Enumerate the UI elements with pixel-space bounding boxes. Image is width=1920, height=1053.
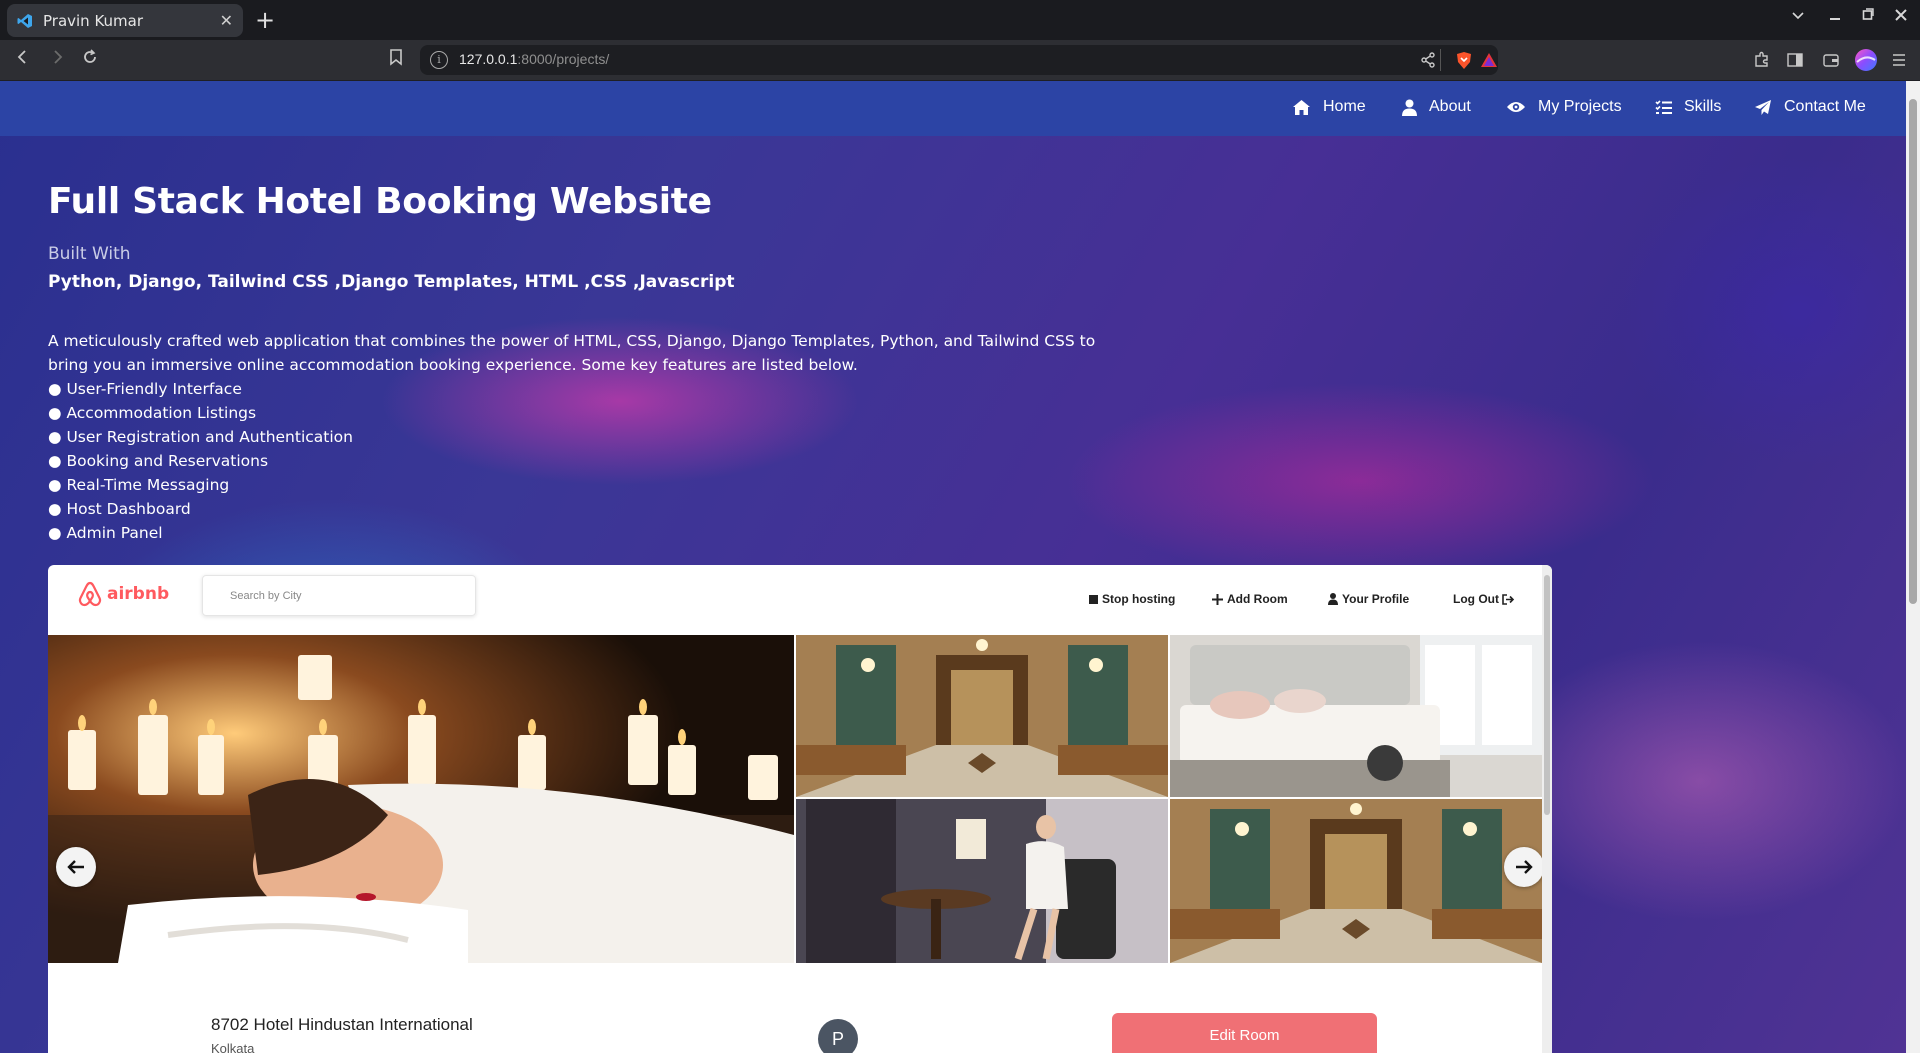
- address-bar[interactable]: i 127.0.0.1:8000/projects/: [420, 45, 1498, 75]
- list-item: ● Booking and Reservations: [48, 452, 269, 470]
- avatar[interactable]: P: [818, 1019, 858, 1053]
- back-icon[interactable]: [14, 48, 32, 71]
- brave-shield-icon[interactable]: [1455, 51, 1473, 70]
- browser-toolbar: i 127.0.0.1:8000/projects/: [0, 40, 1920, 80]
- built-with-label: Built With: [48, 244, 131, 264]
- arrow-right-icon: [1516, 860, 1533, 874]
- nav-skills[interactable]: Skills: [1655, 98, 1721, 116]
- add-room-link[interactable]: Add Room: [1212, 592, 1288, 606]
- room-photo-bedroom[interactable]: [1170, 635, 1542, 797]
- close-tab-icon[interactable]: ✕: [220, 11, 233, 30]
- user-icon: [1328, 593, 1338, 605]
- site-info-icon[interactable]: i: [430, 51, 448, 69]
- list-item: ● User Registration and Authentication: [48, 428, 353, 446]
- list-item: ● Admin Panel: [48, 524, 163, 542]
- eye-icon: [1507, 102, 1525, 112]
- minimize-icon[interactable]: [1829, 8, 1841, 26]
- nav-skills-label: Skills: [1684, 98, 1722, 115]
- gallery-prev-button[interactable]: [56, 847, 96, 887]
- stop-hosting-label: Stop hosting: [1102, 592, 1176, 606]
- log-out-link[interactable]: Log Out: [1453, 592, 1519, 606]
- maximize-icon[interactable]: [1862, 8, 1874, 26]
- your-profile-link[interactable]: Your Profile: [1328, 592, 1409, 606]
- paper-plane-icon: [1755, 99, 1771, 115]
- nav-home[interactable]: Home: [1292, 98, 1366, 116]
- scrollbar-thumb[interactable]: [1909, 99, 1917, 604]
- home-icon: [1293, 99, 1310, 115]
- project-description: A meticulously crafted web application t…: [48, 332, 1096, 374]
- new-tab-icon[interactable]: +: [255, 6, 275, 34]
- sign-out-icon: [1502, 593, 1515, 605]
- room-photo-lounge[interactable]: [796, 799, 1168, 963]
- forward-icon[interactable]: [48, 48, 66, 71]
- close-window-icon[interactable]: [1895, 8, 1907, 26]
- list-item: ● Accommodation Listings: [48, 404, 257, 422]
- bookmark-icon[interactable]: [388, 48, 404, 71]
- site-navbar: Home About My Projects Skills Contact Me: [0, 81, 1906, 136]
- nav-contact-me[interactable]: Contact Me: [1754, 98, 1866, 116]
- edit-room-button[interactable]: Edit Room: [1112, 1013, 1377, 1053]
- toolbar-divider: [1440, 49, 1441, 71]
- plus-icon: [1212, 593, 1223, 605]
- room-photo-main[interactable]: [48, 635, 794, 963]
- project-preview: airbnb Stop hosting Add Room Your Profil…: [48, 565, 1552, 1053]
- nav-my-projects-label: My Projects: [1538, 98, 1622, 115]
- profile-avatar-icon[interactable]: [1854, 48, 1878, 72]
- browser-tab-bar: Pravin Kumar ✕ +: [0, 0, 1920, 40]
- user-icon: [1402, 99, 1417, 116]
- page-scrollbar[interactable]: [1906, 81, 1920, 1053]
- vscode-favicon-icon: [17, 13, 32, 28]
- nav-contact-me-label: Contact Me: [1784, 98, 1866, 115]
- your-profile-label: Your Profile: [1342, 592, 1410, 606]
- room-photo-gallery: [48, 635, 1542, 963]
- search-input[interactable]: [203, 576, 475, 615]
- list-item: ● User-Friendly Interface: [48, 380, 242, 398]
- tab-list-chevron-icon[interactable]: [1791, 8, 1805, 26]
- menu-icon[interactable]: [1891, 52, 1907, 68]
- room-city: Kolkata: [211, 1041, 255, 1053]
- nav-about-label: About: [1429, 98, 1471, 115]
- room-name: 8702 Hotel Hindustan International: [211, 1015, 473, 1034]
- stop-square-icon: [1089, 594, 1098, 604]
- share-icon[interactable]: [1420, 52, 1436, 68]
- list-icon: [1655, 99, 1672, 114]
- log-out-label: Log Out: [1453, 592, 1499, 606]
- search-box: [202, 575, 476, 616]
- add-room-label: Add Room: [1227, 592, 1288, 606]
- nav-about[interactable]: About: [1402, 98, 1471, 116]
- nav-my-projects[interactable]: My Projects: [1506, 98, 1622, 116]
- airbnb-logo[interactable]: airbnb: [78, 581, 169, 607]
- room-photo-hallway[interactable]: [796, 635, 1168, 797]
- preview-scrollbar[interactable]: [1542, 565, 1552, 1053]
- sidebar-icon[interactable]: [1786, 51, 1804, 69]
- extensions-icon[interactable]: [1753, 51, 1771, 69]
- gallery-next-button[interactable]: [1504, 847, 1544, 887]
- page-viewport: Home About My Projects Skills Contact Me…: [0, 81, 1906, 1053]
- room-photo-hallway-2[interactable]: [1170, 799, 1542, 963]
- reload-icon[interactable]: [81, 48, 99, 71]
- stop-hosting-link[interactable]: Stop hosting: [1089, 592, 1175, 606]
- list-item: ● Real-Time Messaging: [48, 476, 230, 494]
- airbnb-logo-text: airbnb: [107, 584, 170, 604]
- brave-rewards-icon[interactable]: [1480, 52, 1498, 68]
- url-text: 127.0.0.1:8000/projects/: [459, 51, 610, 67]
- nav-home-label: Home: [1323, 98, 1366, 115]
- airbnb-logo-icon: [78, 581, 102, 607]
- tech-stack: Python, Django, Tailwind CSS ,Django Tem…: [48, 272, 735, 292]
- list-item: ● Host Dashboard: [48, 500, 191, 518]
- browser-tab[interactable]: Pravin Kumar ✕: [7, 4, 243, 37]
- tab-title: Pravin Kumar: [43, 11, 144, 30]
- arrow-left-icon: [67, 860, 84, 874]
- wallet-icon[interactable]: [1822, 51, 1840, 69]
- feature-list: ● User-Friendly Interface ● Accommodatio…: [48, 377, 353, 545]
- project-title: Full Stack Hotel Booking Website: [48, 181, 712, 222]
